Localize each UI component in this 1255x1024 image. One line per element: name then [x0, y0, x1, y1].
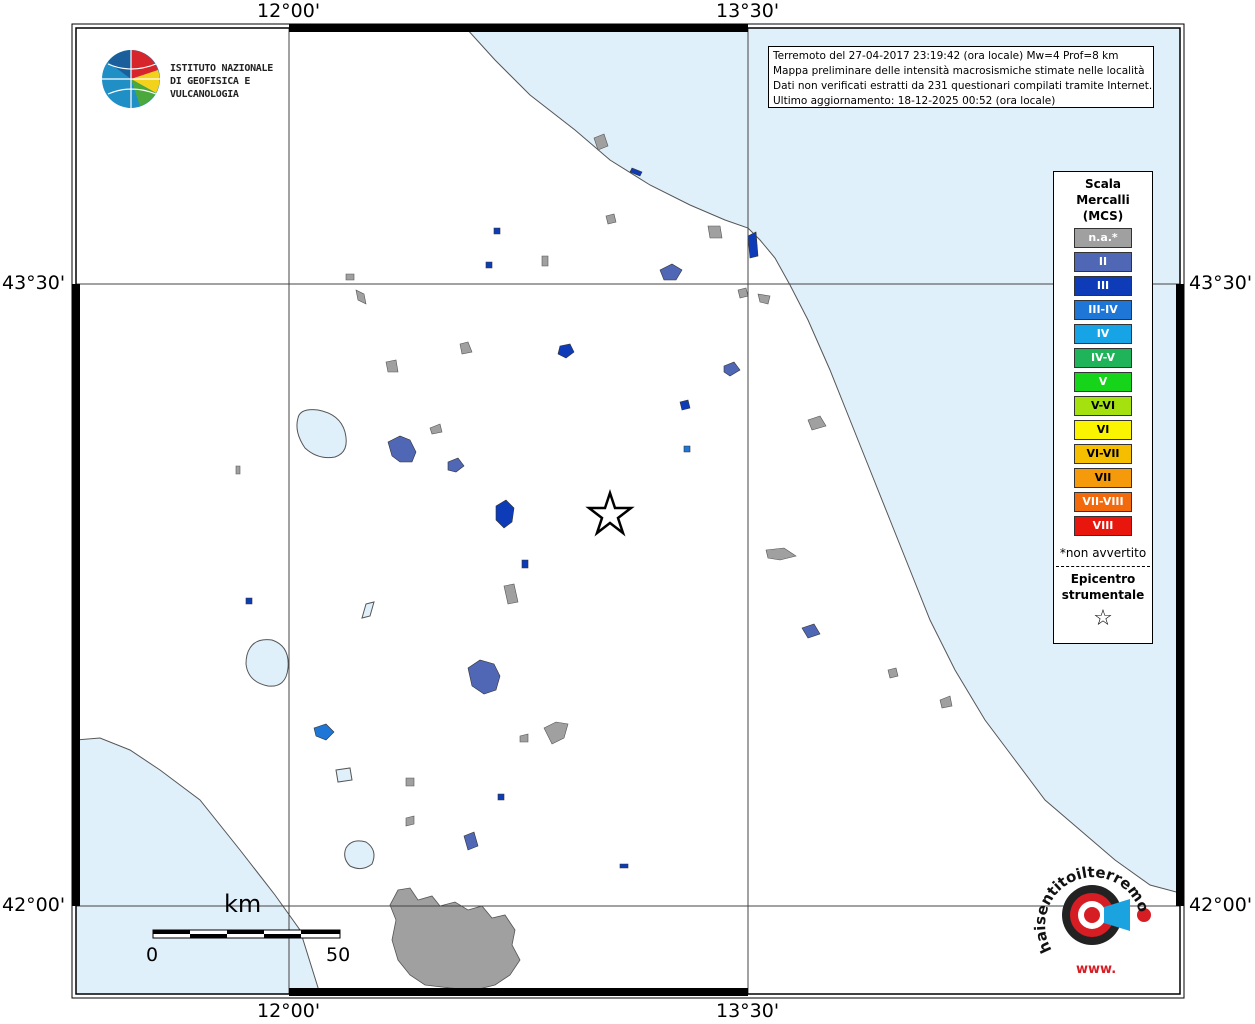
not-felt-note: *non avvertito: [1059, 546, 1147, 560]
haisentito-url-prefix: www.: [1076, 962, 1116, 977]
ingv-logo: ISTITUTO NAZIONALE DI GEOFISICA E VULCAN…: [100, 48, 320, 110]
mcs-legend: Scala Mercalli (MCS) n.a.* II III III-IV IV I…: [1053, 171, 1153, 644]
locality-III: [747, 231, 759, 259]
locality-III: [619, 863, 629, 869]
frame-bar-bottom: [289, 988, 748, 996]
legend-item-viii: VIII: [1074, 516, 1132, 536]
legend-item-iv-v: IV-V: [1074, 348, 1132, 368]
legend-item-iii: III: [1074, 276, 1132, 296]
locality-not-felt: [707, 225, 723, 239]
locality-III: [521, 559, 529, 569]
lake-bracciano: [344, 840, 375, 870]
legend-item-v: V: [1074, 372, 1132, 392]
lake-piediluco: [335, 767, 353, 783]
locality-not-felt: [737, 287, 749, 299]
info-line-event: Terremoto del 27-04-2017 23:19:42 (ora l…: [773, 50, 1119, 62]
legend-item-v-vi: V-VI: [1074, 396, 1132, 416]
legend-item-vi-vii: VI-VII: [1074, 444, 1132, 464]
legend-item-n-a: n.a.*: [1074, 228, 1132, 248]
locality-not-felt: [605, 213, 617, 225]
legend-item-iv: IV: [1074, 324, 1132, 344]
lon-label-12-top: 12°00': [257, 0, 321, 22]
lat-label-43-left: 43°30': [2, 272, 66, 294]
lon-label-13-bottom: 13°30': [716, 1000, 780, 1022]
legend-item-ii: II: [1074, 252, 1132, 272]
locality-not-felt: [385, 359, 399, 373]
legend-title-line: Scala: [1084, 177, 1122, 191]
legend-item-iii-iv: III-IV: [1074, 300, 1132, 320]
legend-title: Scala Mercalli (MCS): [1054, 176, 1152, 224]
locality-not-felt: [345, 273, 355, 281]
info-line-source: Dati non verificati estratti da 231 ques…: [773, 80, 1153, 92]
scalebar-segment-black: [264, 934, 301, 938]
locality-III: [497, 793, 505, 801]
earthquake-info-box: Terremoto del 27-04-2017 23:19:42 (ora l…: [768, 46, 1154, 108]
locality-not-felt: [541, 255, 549, 267]
locality-not-felt: [235, 465, 241, 475]
scalebar-start: 0: [146, 944, 159, 966]
lat-label-43-right: 43°30': [1189, 272, 1253, 294]
locality-III: [245, 597, 253, 605]
haisentito-logo-icon: haisentitoilterremoto.it www.: [1025, 841, 1153, 977]
locality-III: [679, 399, 691, 411]
locality-not-felt: [887, 667, 899, 679]
locality-not-felt: [405, 777, 415, 787]
epicenter-legend-title: Epicentro strumentale: [1054, 571, 1152, 603]
scalebar-segment-black: [153, 930, 190, 934]
frame-bar-top: [289, 24, 748, 32]
legend-item-vii-viii: VII-VIII: [1074, 492, 1132, 512]
legend-item-vii: VII: [1074, 468, 1132, 488]
locality-not-felt: [405, 815, 415, 827]
legend-item-vi: VI: [1074, 420, 1132, 440]
info-line-updated: Ultimo aggiornamento: 18-12-2025 00:52 (…: [773, 95, 1056, 107]
scalebar-bar: [152, 929, 341, 939]
lat-label-42-right: 42°00': [1189, 894, 1253, 916]
lon-label-12-bottom: 12°00': [257, 1000, 321, 1022]
frame-bar-left: [72, 284, 80, 906]
epicenter-legend-line: strumentale: [1061, 588, 1145, 602]
legend-title-line: Mercalli: [1076, 193, 1130, 207]
epicenter-star-icon: ☆: [1093, 606, 1113, 631]
scalebar-segment-black: [301, 930, 340, 934]
legend-items: n.a.* II III III-IV IV IV-V V V-VI VI VI-VII VII VI…: [1054, 228, 1152, 536]
locality-III-IV: [683, 445, 691, 453]
ingv-globe-icon: [102, 50, 160, 108]
info-line-description: Mappa preliminare delle intensità macros…: [773, 65, 1145, 77]
frame-bar-right: [1176, 284, 1184, 906]
epicenter-legend-line: Epicentro: [1070, 572, 1136, 586]
legend-title-line: (MCS): [1082, 209, 1124, 223]
locality-III: [485, 261, 493, 269]
lon-label-13-top: 13°30': [716, 0, 780, 22]
scalebar-end: 50: [326, 944, 351, 966]
locality-III: [493, 227, 501, 235]
lat-label-42-left: 42°00': [2, 894, 66, 916]
scalebar-unit: km: [224, 890, 262, 918]
logo-ring-center: [1084, 907, 1100, 923]
scalebar-segment-black: [190, 934, 227, 938]
ingv-name-line1: ISTITUTO NAZIONALE: [170, 63, 273, 74]
legend-separator: [1056, 566, 1150, 567]
scalebar-segment-black: [227, 930, 264, 934]
ingv-name-line2: DI GEOFISICA E VULCANOLOGIA: [170, 76, 251, 100]
haisentito-logo: haisentitoilterremoto.it www.: [1025, 841, 1160, 989]
